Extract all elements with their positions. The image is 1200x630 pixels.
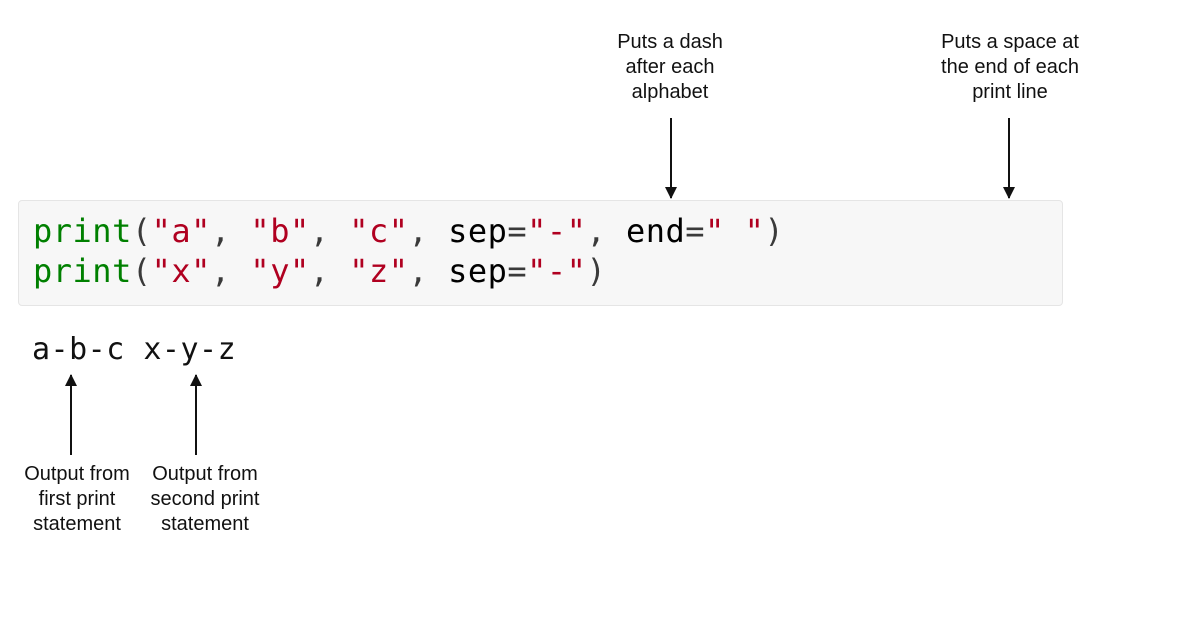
arrow-head-icon xyxy=(665,187,677,199)
code-block: print("a", "b", "c", sep="-", end=" ") p… xyxy=(18,200,1063,306)
token-paren: ( xyxy=(132,252,152,290)
token-paren: ) xyxy=(764,212,784,250)
token-equals: = xyxy=(507,252,527,290)
token-string: "-" xyxy=(527,252,586,290)
arrow-up-second-output xyxy=(195,375,197,455)
token-string: "y" xyxy=(250,252,309,290)
token-func: print xyxy=(33,212,132,250)
token-string: "c" xyxy=(349,212,408,250)
token-string: "b" xyxy=(250,212,309,250)
token-comma: , xyxy=(211,212,251,250)
arrow-head-icon xyxy=(1003,187,1015,199)
token-string: " " xyxy=(705,212,764,250)
token-string: "x" xyxy=(152,252,211,290)
arrow-down-end xyxy=(1008,118,1010,198)
annotation-sep: Puts a dash after each alphabet xyxy=(570,30,770,105)
arrow-down-sep xyxy=(670,118,672,198)
code-line-2: print("x", "y", "z", sep="-") xyxy=(33,251,1048,291)
annotation-end: Puts a space at the end of each print li… xyxy=(895,30,1125,105)
token-func: print xyxy=(33,252,132,290)
output-text: a-b-c x-y-z xyxy=(32,332,236,367)
token-string: "z" xyxy=(349,252,408,290)
token-equals: = xyxy=(507,212,527,250)
code-line-1: print("a", "b", "c", sep="-", end=" ") xyxy=(33,211,1048,251)
token-paren: ) xyxy=(586,252,606,290)
token-comma: , xyxy=(310,212,350,250)
diagram-stage: Puts a dash after each alphabet Puts a s… xyxy=(0,0,1200,630)
arrow-up-first-output xyxy=(70,375,72,455)
token-comma: , xyxy=(409,212,449,250)
token-comma: , xyxy=(310,252,350,290)
arrow-head-icon xyxy=(65,374,77,386)
token-equals: = xyxy=(685,212,705,250)
token-comma: , xyxy=(586,212,626,250)
annotation-output-first: Output from first print statement xyxy=(12,462,142,537)
token-string: "a" xyxy=(152,212,211,250)
token-kwarg: sep xyxy=(448,252,507,290)
annotation-output-second: Output from second print statement xyxy=(140,462,270,537)
token-kwarg: end xyxy=(626,212,685,250)
arrow-head-icon xyxy=(190,374,202,386)
token-comma: , xyxy=(211,252,251,290)
token-paren: ( xyxy=(132,212,152,250)
token-comma: , xyxy=(409,252,449,290)
token-string: "-" xyxy=(527,212,586,250)
token-kwarg: sep xyxy=(448,212,507,250)
